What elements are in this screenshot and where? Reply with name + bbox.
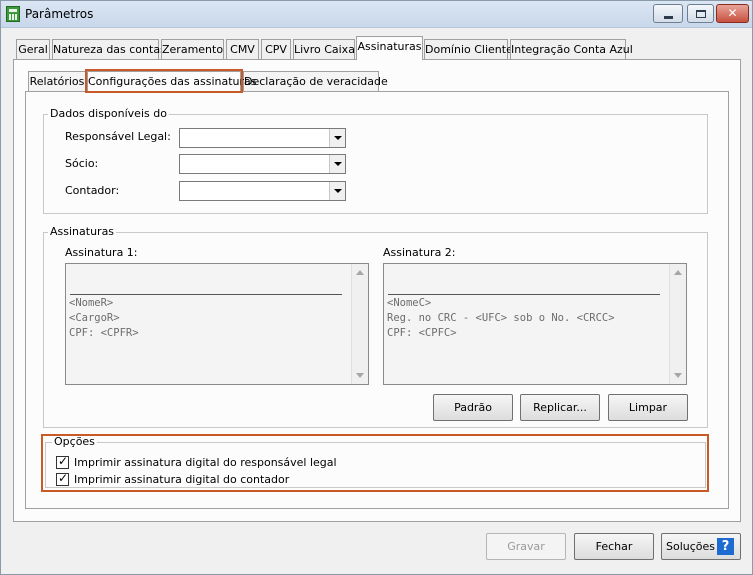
scroll-down-icon[interactable]: [674, 373, 682, 378]
socio-select[interactable]: [179, 154, 346, 174]
limpar-button[interactable]: Limpar: [608, 394, 688, 421]
assinatura2-memo[interactable]: <NomeC> Reg. no CRC - <UFC> sob o No. <C…: [383, 263, 687, 385]
assinatura2-line-2: Reg. no CRC - <UFC> sob o No. <CRCC>: [387, 312, 615, 324]
contador-dropdown-button[interactable]: [329, 182, 345, 200]
help-icon[interactable]: ?: [717, 538, 734, 555]
signature-line: [388, 294, 660, 295]
checkmark-icon: ✓: [58, 471, 69, 485]
gravar-button[interactable]: Gravar: [486, 533, 566, 560]
fechar-button[interactable]: Fechar: [574, 533, 654, 560]
socio-label: Sócio:: [65, 157, 99, 170]
socio-dropdown-button[interactable]: [329, 155, 345, 173]
replicar-button[interactable]: Replicar...: [520, 394, 600, 421]
subtab-relatorios[interactable]: Relatórios: [28, 71, 86, 91]
assinatura1-line-1: <NomeR>: [69, 297, 114, 309]
solucoes-label: Soluções: [666, 540, 716, 553]
assinatura2-scrollbar[interactable]: [669, 264, 686, 384]
assinatura2-line-3: CPF: <CPFC>: [387, 327, 457, 339]
scroll-up-icon[interactable]: [674, 270, 682, 275]
tab-dominio-cliente[interactable]: Domínio Cliente: [424, 39, 513, 60]
parametros-window: Parâmetros ✕ Geral Natureza das contas Z…: [0, 0, 753, 575]
opt1-label[interactable]: Imprimir assinatura digital do responsáv…: [74, 456, 337, 469]
calculator-icon: [6, 6, 20, 22]
minimize-button[interactable]: [653, 4, 683, 23]
tab-natureza-das-contas[interactable]: Natureza das contas: [52, 39, 166, 60]
tab-cmv[interactable]: CMV: [226, 39, 259, 60]
responsavel-legal-label: Responsável Legal:: [65, 130, 171, 143]
assinaturas-legend: Assinaturas: [48, 225, 117, 238]
chevron-down-icon: [334, 189, 342, 193]
chevron-down-icon: [334, 162, 342, 166]
close-button[interactable]: ✕: [716, 4, 749, 23]
assinatura2-line-1: <NomeC>: [387, 297, 432, 309]
tab-assinaturas[interactable]: Assinaturas: [356, 36, 423, 60]
dados-legend: Dados disponíveis do: [48, 107, 169, 120]
chevron-down-icon: [334, 136, 342, 140]
window-title: Parâmetros: [25, 7, 94, 21]
maximize-icon: [696, 10, 706, 18]
assinatura1-line-2: <CargoR>: [69, 312, 120, 324]
responsavel-legal-select[interactable]: [179, 128, 346, 148]
signature-line: [70, 294, 342, 295]
tab-zeramento[interactable]: Zeramento: [161, 39, 224, 60]
maximize-button[interactable]: [687, 4, 714, 23]
assinatura1-scrollbar[interactable]: [351, 264, 368, 384]
contador-label: Contador:: [65, 184, 120, 197]
assinatura1-memo[interactable]: <NomeR> <CargoR> CPF: <CPFR>: [65, 263, 369, 385]
opt2-label[interactable]: Imprimir assinatura digital do contador: [74, 473, 289, 486]
responsavel-dropdown-button[interactable]: [329, 129, 345, 147]
tab-cpv[interactable]: CPV: [261, 39, 291, 60]
subtab-declaracao-veracidade[interactable]: Declaração de veracidade: [243, 71, 388, 91]
opcoes-legend: Opções: [52, 435, 97, 448]
scroll-down-icon[interactable]: [356, 373, 364, 378]
opt2-checkbox[interactable]: ✓: [56, 471, 69, 486]
assinatura1-line-3: CPF: <CPFR>: [69, 327, 139, 339]
padrao-button[interactable]: Padrão: [433, 394, 513, 421]
minimize-icon: [664, 16, 673, 19]
subtab-configuracoes-assinaturas[interactable]: Configurações das assinaturas: [87, 71, 257, 91]
tab-livro-caixa[interactable]: Livro Caixa: [293, 39, 355, 60]
contador-select[interactable]: [179, 181, 346, 201]
opt1-checkbox[interactable]: ✓: [56, 454, 69, 469]
dados-disponiveis-group: Dados disponíveis do: [43, 107, 708, 214]
title-bar: Parâmetros ✕: [1, 1, 752, 28]
tab-geral[interactable]: Geral: [16, 39, 50, 60]
checkmark-icon: ✓: [58, 454, 69, 468]
close-icon: ✕: [727, 6, 738, 20]
assinatura1-label: Assinatura 1:: [65, 246, 138, 259]
scroll-up-icon[interactable]: [356, 270, 364, 275]
tab-integracao-conta-azul[interactable]: Integração Conta Azul: [510, 39, 633, 60]
assinatura2-label: Assinatura 2:: [383, 246, 456, 259]
